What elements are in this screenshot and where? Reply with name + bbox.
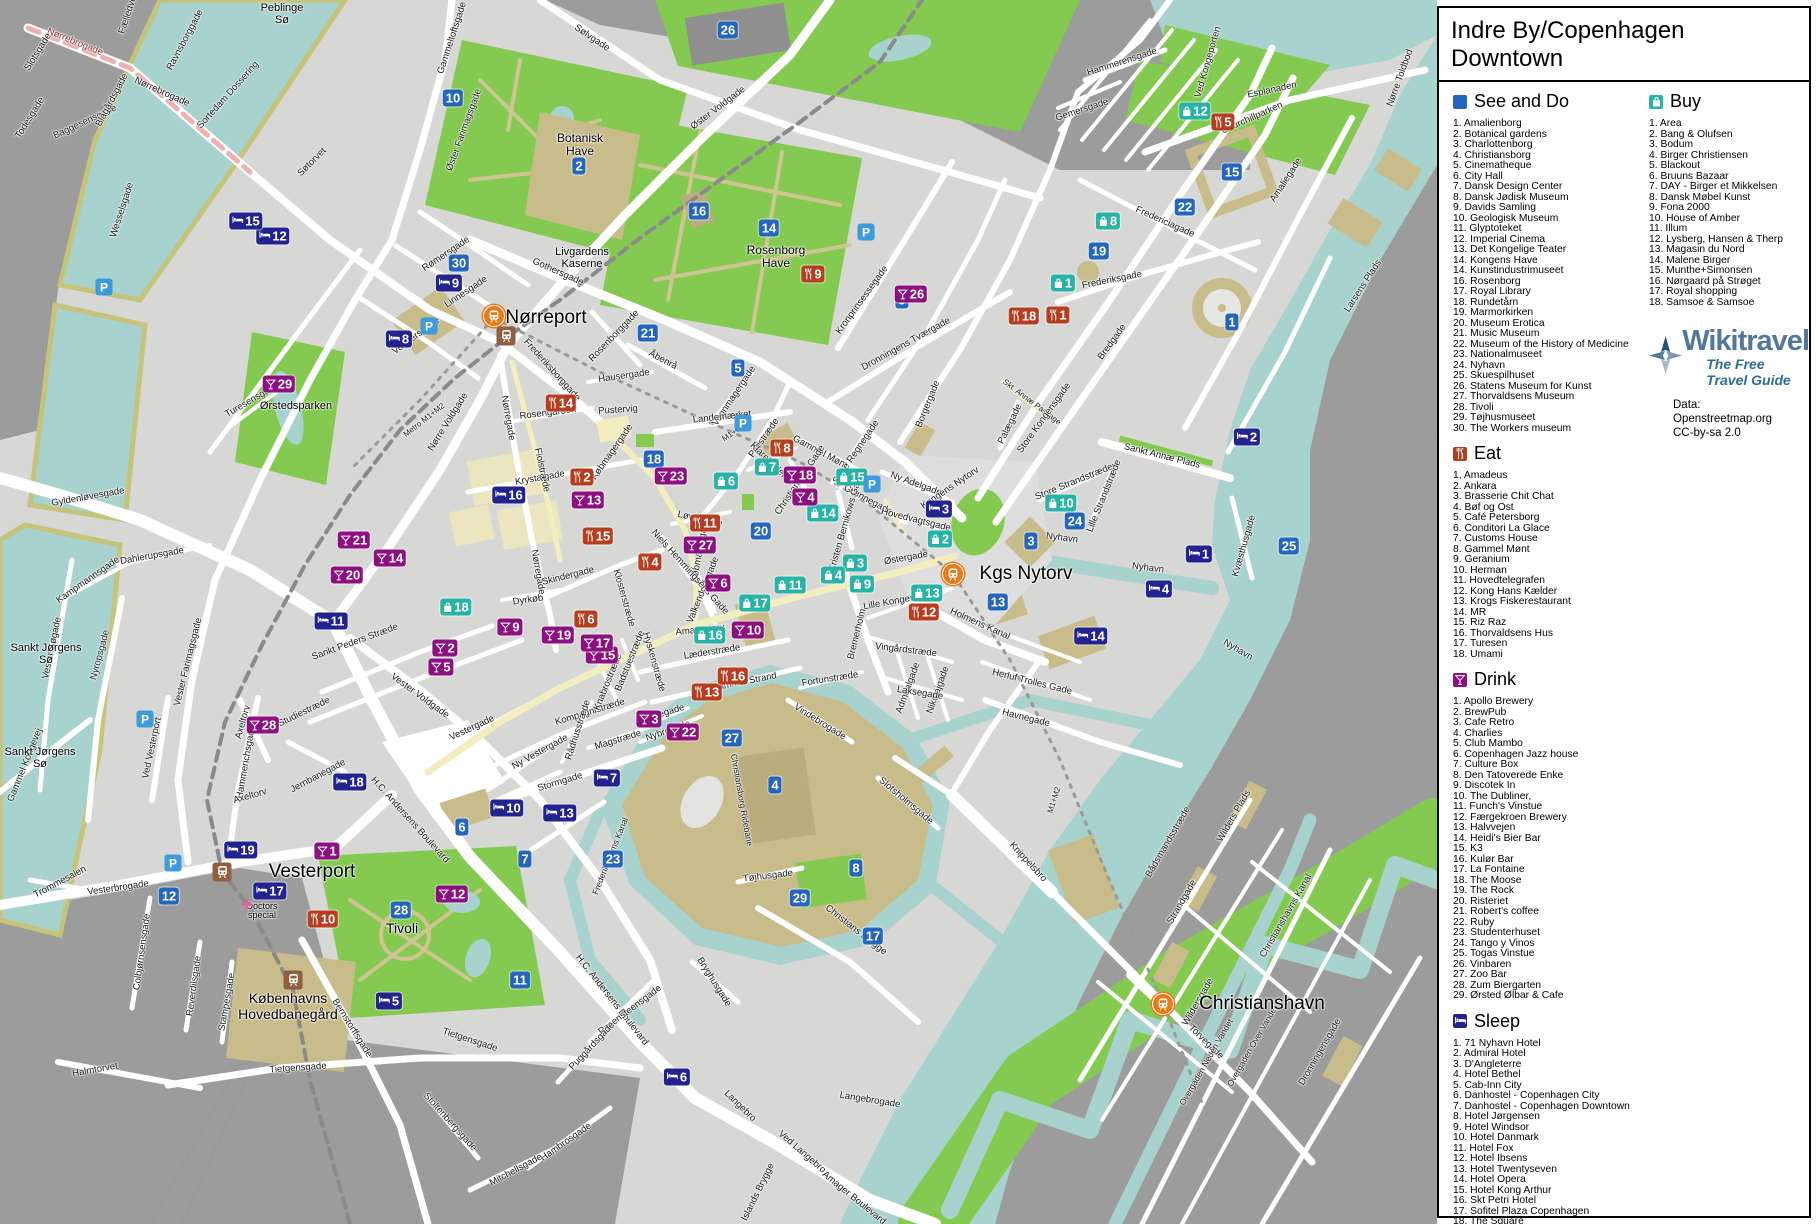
legend-item-see_and_do-5: 5. Cinematheque [1453,161,1649,172]
legend-item-buy-7: 7. DAY - Birger et Mikkelsen [1649,182,1809,193]
legend-item-see_and_do-21: 21. Music Museum [1453,329,1649,340]
data-attribution-line: CC-by-sa 2.0 [1673,426,1809,440]
legend-header-see_and_do: See and Do [1453,91,1649,112]
legend-item-eat-17: 17. Turesen [1453,639,1649,650]
legend-item-see_and_do-29: 29. Tøjhusmuseet [1453,413,1649,424]
legend-item-drink-11: 11. Funch's Vinstue [1453,802,1649,813]
legend-item-drink-29: 29. Ørsted Ølbar & Cafe [1453,991,1649,1002]
legend-item-see_and_do-27: 27. Thorvaldsens Museum [1453,392,1649,403]
legend-item-see_and_do-19: 19. Marmorkirken [1453,308,1649,319]
legend-item-sleep-2: 2. Admiral Hotel [1453,1049,1649,1060]
wikitravel-logo: Wikitravel The Free Travel Guide Data:Op… [1649,322,1809,440]
legend-item-see_and_do-23: 23. Nationalmuseet [1453,350,1649,361]
legend-item-eat-18: 18. Umami [1453,650,1649,661]
legend-item-drink-25: 25. Togas Vinstue [1453,949,1649,960]
legend-item-see_and_do-17: 17. Royal Library [1453,287,1649,298]
legend-label-see_and_do: See and Do [1474,91,1569,112]
legend-column-left: See and Do1. Amalienborg2. Botanical gar… [1453,82,1649,1224]
data-attribution-line: Data: [1673,398,1809,412]
legend-section-buy: Buy1. Area2. Bang & Olufsen3. Bodum4. Bi… [1649,91,1809,308]
legend-item-buy-15: 15. Munthe+Simonsen [1649,266,1809,277]
legend-item-sleep-16: 16. Skt Petri Hotel [1453,1196,1649,1207]
legend-item-eat-5: 5. Café Petersborg [1453,513,1649,524]
legend-item-buy-1: 1. Area [1649,119,1809,130]
legend-item-eat-7: 7. Customs House [1453,534,1649,545]
legend-item-drink-23: 23. Studenterhuset [1453,928,1649,939]
legend-section-eat: Eat1, Amadeus2. Ankara3. Brasserie Chit … [1453,443,1649,660]
data-attribution-line: Openstreetmap.org [1673,412,1809,426]
legend-label-buy: Buy [1670,91,1701,112]
legend-item-sleep-10: 10. Hotel Danmark [1453,1133,1649,1144]
wikitravel-compass-icon [1649,322,1682,388]
legend-item-drink-13: 13. Halvvejen [1453,823,1649,834]
map-canvas [0,0,1437,1224]
legend-item-drink-3: 3. Cafe Retro [1453,718,1649,729]
legend-item-buy-5: 5. Blackout [1649,161,1809,172]
legend-item-eat-3: 3. Brasserie Chit Chat [1453,492,1649,503]
legend-item-see_and_do-25: 25. Skuespilhuset [1453,371,1649,382]
legend-panel: Indre By/Copenhagen Downtown See and Do 1… [1437,6,1811,1218]
legend-item-buy-3: 3. Bodum [1649,140,1809,151]
legend-item-drink-27: 27. Zoo Bar [1453,970,1649,981]
legend-item-drink-15: 15. K3 [1453,844,1649,855]
legend-item-eat-9: 9. Geranium [1453,555,1649,566]
legend-header-buy: Buy [1649,91,1809,112]
legend-label-sleep: Sleep [1474,1011,1520,1032]
legend-item-see_and_do-30: 30. The Workers museum [1453,424,1649,435]
legend-column-right: Buy1. Area2. Bang & Olufsen3. Bodum4. Bi… [1649,82,1809,440]
drink-legend-icon [1453,673,1467,687]
wikitravel-tagline: The Free Travel Guide [1706,356,1809,388]
legend-item-eat-15: 15. Riz Raz [1453,618,1649,629]
legend-item-drink-5: 5. Club Mambo [1453,739,1649,750]
legend-item-eat-11: 11. Hovedtelegrafen [1453,576,1649,587]
legend-header-sleep: Sleep [1453,1011,1649,1032]
legend-section-sleep: Sleep1. 71 Nyhavn Hotel2. Admiral Hotel3… [1453,1011,1649,1224]
legend-item-eat-13: 13. Krogs Fiskerestaurant [1453,597,1649,608]
legend-section-see_and_do: See and Do1. Amalienborg2. Botanical gar… [1453,91,1649,434]
legend-item-buy-13: 13. Magasin du Nord [1649,245,1809,256]
legend-item-see_and_do-7: 7. Dansk Design Center [1453,182,1649,193]
legend-section-drink: Drink1. Apollo Brewery2. BrewPub3. Cafe … [1453,669,1649,1002]
legend-item-buy-18: 18. Samsoe & Samsoe [1649,298,1809,309]
legend-item-sleep-8: 8. Hotel Jørgensen [1453,1112,1649,1123]
legend-item-sleep-14: 14. Hotel Opera [1453,1175,1649,1186]
buy-legend-icon [1649,95,1663,109]
legend-item-buy-17: 17. Royal shopping [1649,287,1809,298]
legend-item-buy-11: 11. Illum [1649,224,1809,235]
legend-item-drink-7: 7. Culture Box [1453,760,1649,771]
wikitravel-wordmark: Wikitravel [1682,328,1809,354]
legend-item-eat-1: 1, Amadeus [1453,471,1649,482]
legend-item-buy-9: 9. Fona 2000 [1649,203,1809,214]
legend-item-drink-17: 17. La Fontaine [1453,865,1649,876]
legend-item-sleep-4: 4. Hotel Bethel [1453,1070,1649,1081]
legend-item-drink-19: 19. The Rock [1453,886,1649,897]
legend-item-drink-21: 21. Robert's coffee [1453,907,1649,918]
sleep-legend-icon [1453,1014,1467,1028]
legend-item-see_and_do-1: 1. Amalienborg [1453,119,1649,130]
see_and_do-legend-icon [1453,95,1467,109]
legend-item-see_and_do-11: 11. Glyptoteket [1453,224,1649,235]
page-title: Indre By/Copenhagen Downtown [1439,8,1809,82]
legend-item-see_and_do-9: 9. Davids Samling [1453,203,1649,214]
legend-item-see_and_do-13: 13. Det Kongelige Teater [1453,245,1649,256]
legend-item-sleep-18: 18. The Square [1453,1217,1649,1224]
legend-item-sleep-6: 6. Danhostel - Copenhagen City [1453,1091,1649,1102]
eat-legend-icon [1453,447,1467,461]
legend-item-see_and_do-3: 3. Charlottenborg [1453,140,1649,151]
legend-item-drink-9: 9. Discotek In [1453,781,1649,792]
legend-header-eat: Eat [1453,443,1649,464]
map-screenshot: NørrebrogadeNørrebrogadeSortedam Dosseri… [0,0,1820,1224]
legend-label-drink: Drink [1474,669,1516,690]
legend-header-drink: Drink [1453,669,1649,690]
legend-item-drink-1: 1. Apollo Brewery [1453,697,1649,708]
data-attribution: Data:Openstreetmap.orgCC-by-sa 2.0 [1673,398,1809,440]
legend-label-eat: Eat [1474,443,1501,464]
legend-item-see_and_do-15: 14. Kunstindustrimuseet [1453,266,1649,277]
legend-item-sleep-12: 12. Hotel Ibsens [1453,1154,1649,1165]
